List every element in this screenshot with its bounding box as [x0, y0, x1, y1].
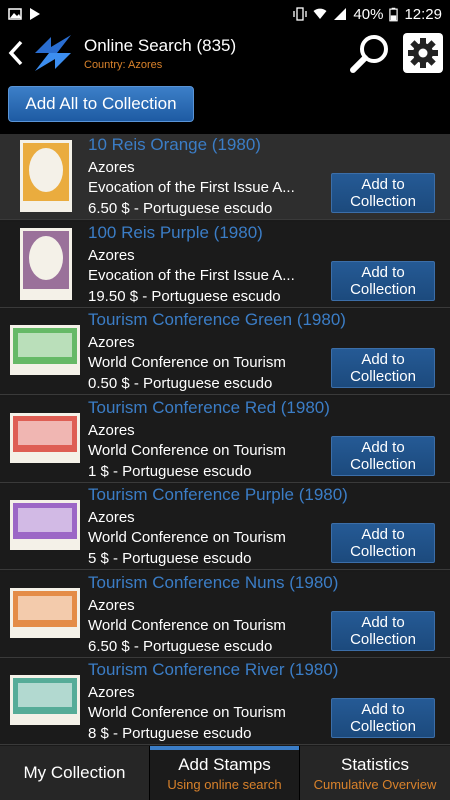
- add-all-button[interactable]: Add All to Collection: [8, 86, 194, 122]
- search-icon: [350, 35, 388, 73]
- tab-sublabel: Using online search: [167, 776, 282, 792]
- stamp-row[interactable]: Tourism Conference Red (1980) Azores World…: [0, 396, 450, 483]
- stamp-description: Evocation of the First Issue A...: [88, 266, 295, 284]
- status-bar: 40% 12:29: [0, 0, 450, 28]
- stamp-price: 1 $ - Portuguese escudo: [88, 462, 252, 480]
- stamp-price: 19.50 $ - Portuguese escudo: [88, 287, 281, 305]
- back-button[interactable]: [2, 28, 30, 78]
- add-to-collection-button[interactable]: Add to Collection: [331, 260, 435, 301]
- stamp-price: 6.50 $ - Portuguese escudo: [88, 637, 273, 655]
- stamp-country: Azores: [88, 159, 135, 176]
- add-all-bar: Add All to Collection: [0, 78, 450, 134]
- stamp-description: World Conference on Tourism: [88, 441, 286, 459]
- stamp-thumbnail[interactable]: [10, 412, 80, 463]
- stamp-title[interactable]: Tourism Conference Red (1980): [88, 398, 330, 418]
- stamp-thumbnail[interactable]: [10, 587, 80, 638]
- stamp-list[interactable]: 10 Reis Orange (1980) Azores Evocation of …: [0, 134, 450, 746]
- stamp-country: Azores: [88, 596, 135, 614]
- tab-add-stamps[interactable]: Add Stamps Using online search: [150, 746, 300, 800]
- logo-icon: [35, 35, 71, 71]
- add-to-collection-button[interactable]: Add to Collection: [331, 698, 435, 738]
- stamp-country: Azores: [88, 246, 135, 264]
- stamp-title[interactable]: Tourism Conference River (1980): [88, 660, 338, 680]
- add-to-collection-button[interactable]: Add to Collection: [331, 523, 435, 563]
- battery-icon: [389, 7, 399, 21]
- wifi-icon: [313, 8, 327, 19]
- stamp-country: Azores: [88, 509, 135, 526]
- tab-label: Add Stamps: [178, 754, 271, 774]
- stamp-price: 6.50 $ - Portuguese escudo: [88, 200, 273, 217]
- app-logo: [30, 30, 76, 76]
- stamp-thumbnail[interactable]: [20, 140, 72, 212]
- stamp-description: World Conference on Tourism: [88, 616, 286, 634]
- signal-icon: [334, 8, 347, 20]
- stamp-row[interactable]: Tourism Conference Nuns (1980) Azores Worl…: [0, 571, 450, 658]
- image-icon: [8, 8, 22, 20]
- play-store-icon: [30, 8, 40, 20]
- tab-sublabel: Cumulative Overview: [313, 776, 437, 792]
- add-to-collection-button[interactable]: Add to Collection: [331, 173, 435, 213]
- stamp-price: 0.50 $ - Portuguese escudo: [88, 375, 273, 392]
- stamp-price: 8 $ - Portuguese escudo: [88, 725, 252, 742]
- stamp-row[interactable]: 100 Reis Purple (1980) Azores Evocation of…: [0, 221, 450, 308]
- stamp-row[interactable]: 10 Reis Orange (1980) Azores Evocation of …: [0, 134, 450, 220]
- stamp-thumbnail[interactable]: [20, 227, 72, 300]
- bottom-tab-bar: My Collection Add Stamps Using online se…: [0, 746, 450, 800]
- tab-statistics[interactable]: Statistics Cumulative Overview: [300, 746, 450, 800]
- vibrate-icon: [293, 7, 308, 21]
- back-arrow-icon: [8, 40, 23, 66]
- gear-icon: [408, 38, 438, 68]
- clock: 12:29: [404, 5, 442, 23]
- page-title: Online Search (835): [84, 35, 237, 55]
- stamp-title[interactable]: Tourism Conference Purple (1980): [88, 485, 348, 505]
- tab-label: Statistics: [340, 754, 410, 774]
- stamp-row[interactable]: Tourism Conference Purple (1980) Azores Wo…: [0, 484, 450, 570]
- stamp-description: Evocation of the First Issue A...: [88, 179, 295, 196]
- stamp-thumbnail[interactable]: [10, 500, 80, 550]
- stamp-row[interactable]: Tourism Conference Green (1980) Azores Wor…: [0, 309, 450, 395]
- stamp-description: World Conference on Tourism: [88, 354, 286, 371]
- app-header: Online Search (835) Country: Azores: [0, 28, 450, 78]
- add-to-collection-button[interactable]: Add to Collection: [331, 435, 435, 476]
- stamp-title[interactable]: Tourism Conference Green (1980): [88, 310, 346, 330]
- stamp-country: Azores: [88, 334, 135, 351]
- stamp-country: Azores: [88, 684, 135, 701]
- stamp-description: World Conference on Tourism: [88, 529, 286, 546]
- add-to-collection-button[interactable]: Add to Collection: [331, 348, 435, 388]
- stamp-description: World Conference on Tourism: [88, 704, 286, 721]
- stamp-country: Azores: [88, 421, 135, 439]
- tab-label: My Collection: [23, 763, 126, 782]
- tab-my-collection[interactable]: My Collection: [0, 746, 150, 800]
- search-button[interactable]: [348, 30, 394, 76]
- stamp-thumbnail[interactable]: [10, 675, 80, 725]
- stamp-title[interactable]: 10 Reis Orange (1980): [88, 135, 261, 155]
- settings-button[interactable]: [403, 33, 443, 73]
- stamp-title[interactable]: Tourism Conference Nuns (1980): [88, 573, 338, 593]
- add-to-collection-button[interactable]: Add to Collection: [331, 610, 435, 651]
- stamp-title[interactable]: 100 Reis Purple (1980): [88, 223, 263, 243]
- stamp-price: 5 $ - Portuguese escudo: [88, 550, 252, 567]
- stamp-thumbnail[interactable]: [10, 325, 80, 375]
- battery-level: 40%: [353, 5, 384, 23]
- stamp-row[interactable]: Tourism Conference River (1980) Azores Wor…: [0, 659, 450, 745]
- country-filter-label: Country: Azores: [84, 58, 163, 71]
